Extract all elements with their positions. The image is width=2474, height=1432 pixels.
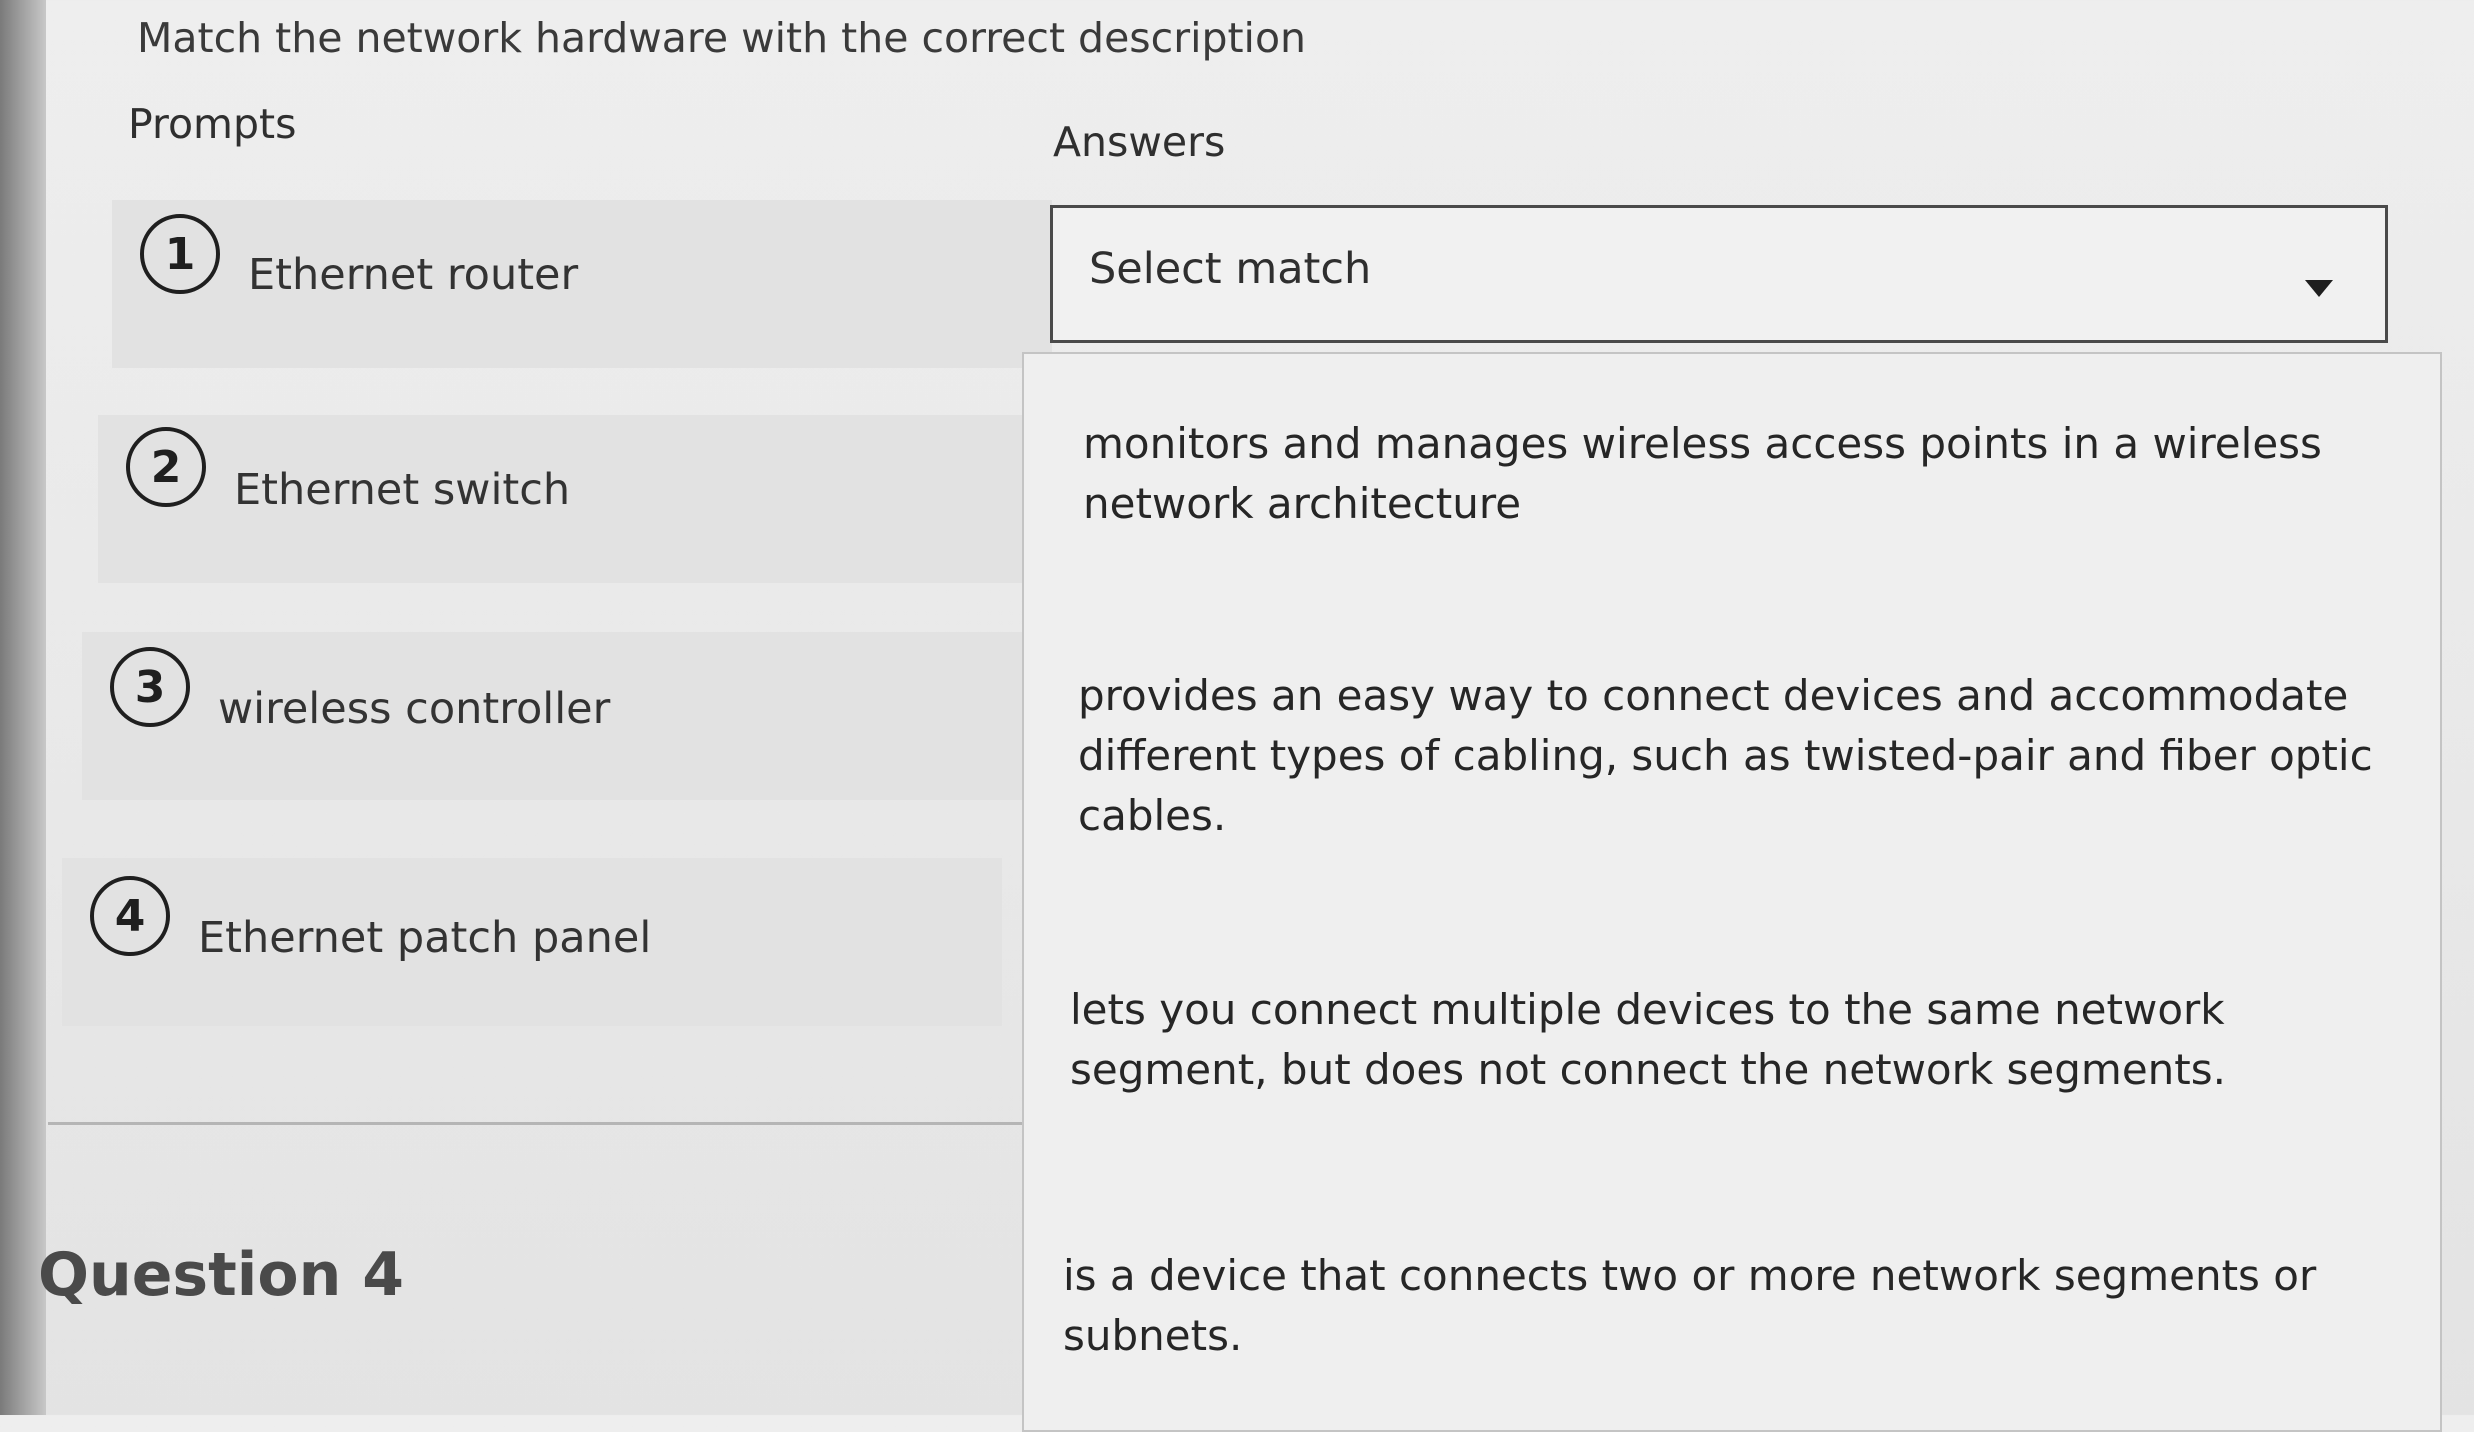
answers-header: Answers	[1053, 118, 1226, 166]
prompt-number-badge: 3	[110, 647, 190, 727]
divider	[48, 1122, 1028, 1125]
dropdown-option[interactable]: provides an easy way to connect devices …	[1078, 666, 2423, 846]
prompt-label: Ethernet switch	[234, 465, 571, 515]
next-question-title: Question 4	[38, 1240, 404, 1310]
prompt-label: Ethernet patch panel	[198, 913, 652, 963]
prompt-number-badge: 4	[90, 876, 170, 956]
select-value: Select match	[1089, 244, 1372, 294]
dropdown-option[interactable]: monitors and manages wireless access poi…	[1083, 414, 2383, 534]
prompt-item-1: 1 Ethernet router	[112, 200, 1052, 368]
prompts-header: Prompts	[128, 100, 297, 148]
prompt-item-3: 3 wireless controller	[82, 632, 1022, 800]
background-edge	[0, 0, 46, 1415]
dropdown-option[interactable]: is a device that connects two or more ne…	[1063, 1246, 2363, 1366]
caret-down-icon	[2305, 280, 2333, 297]
prompt-number-badge: 2	[126, 427, 206, 507]
select-match-dropdown[interactable]: Select match	[1050, 205, 2388, 343]
prompt-item-2: 2 Ethernet switch	[98, 415, 1038, 583]
question-instruction: Match the network hardware with the corr…	[137, 14, 1307, 62]
prompt-item-4: 4 Ethernet patch panel	[62, 858, 1002, 1026]
dropdown-option[interactable]: lets you connect multiple devices to the…	[1070, 980, 2420, 1100]
prompt-number-badge: 1	[140, 214, 220, 294]
prompt-label: Ethernet router	[248, 250, 579, 300]
prompt-label: wireless controller	[218, 684, 611, 734]
